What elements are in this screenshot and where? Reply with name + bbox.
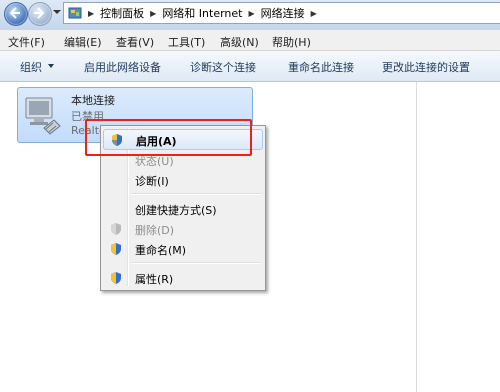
- breadcrumb-separator-icon[interactable]: ▶: [249, 9, 255, 18]
- diagnose-button[interactable]: 诊断这个连接: [190, 59, 256, 75]
- menu-file[interactable]: 文件(F): [8, 34, 45, 50]
- control-panel-icon: [68, 7, 82, 19]
- forward-arrow-icon: [34, 7, 45, 19]
- recent-pages-dropdown[interactable]: [53, 10, 61, 14]
- breadcrumb-separator-icon[interactable]: ▶: [311, 9, 317, 18]
- breadcrumb-separator-icon[interactable]: ▶: [150, 9, 156, 18]
- menu-item-label: 删除(D): [135, 224, 175, 237]
- column-divider: [416, 82, 417, 392]
- breadcrumb-network-connections[interactable]: 网络连接: [261, 5, 305, 21]
- back-arrow-icon: [9, 7, 20, 19]
- forward-button[interactable]: [28, 2, 52, 26]
- menu-view[interactable]: 查看(V): [116, 34, 154, 50]
- menu-item-delete[interactable]: 删除(D): [103, 219, 263, 239]
- menu-separator: [131, 262, 261, 264]
- shield-icon: [111, 223, 121, 235]
- breadcrumb-separator-icon[interactable]: ▶: [88, 9, 94, 18]
- connection-name: 本地连接: [71, 94, 115, 107]
- breadcrumb-control-panel[interactable]: 控制面板: [100, 5, 144, 21]
- menu-help[interactable]: 帮助(H): [272, 34, 311, 50]
- address-bar: ▶ 控制面板 ▶ 网络和 Internet ▶ 网络连接 ▶: [0, 0, 500, 30]
- menu-tools[interactable]: 工具(T): [168, 34, 205, 50]
- organize-dropdown-icon: [48, 64, 54, 68]
- menu-item-diagnose[interactable]: 诊断(I): [103, 170, 263, 190]
- network-adapter-disabled-icon: [25, 97, 61, 135]
- menu-advanced[interactable]: 高级(N): [220, 34, 259, 50]
- menu-separator: [131, 193, 261, 195]
- menu-edit[interactable]: 编辑(E): [64, 34, 102, 50]
- command-bar: 组织 启用此网络设备 诊断这个连接 重命名此连接 更改此连接的设置: [0, 51, 500, 82]
- rename-button[interactable]: 重命名此连接: [288, 59, 354, 75]
- enable-device-button[interactable]: 启用此网络设备: [84, 59, 161, 75]
- back-button[interactable]: [4, 2, 28, 26]
- breadcrumb-network-internet[interactable]: 网络和 Internet: [162, 5, 242, 21]
- address-field[interactable]: ▶ 控制面板 ▶ 网络和 Internet ▶ 网络连接 ▶: [63, 2, 500, 24]
- menu-item-properties[interactable]: 属性(R): [103, 268, 263, 288]
- change-settings-button[interactable]: 更改此连接的设置: [382, 59, 470, 75]
- menu-item-label: 重命名(M): [135, 244, 187, 257]
- organize-button[interactable]: 组织: [20, 59, 42, 75]
- shield-icon: [111, 272, 121, 284]
- menu-item-label: 属性(R): [135, 273, 174, 286]
- menu-item-create-shortcut[interactable]: 创建快捷方式(S): [103, 199, 263, 219]
- menu-bar: 文件(F) 编辑(E) 查看(V) 工具(T) 高级(N) 帮助(H): [0, 30, 500, 51]
- menu-item-label: 诊断(I): [135, 175, 169, 188]
- highlight-annotation: [85, 119, 252, 156]
- shield-icon: [111, 243, 121, 255]
- menu-item-rename[interactable]: 重命名(M): [103, 239, 263, 259]
- menu-item-label: 创建快捷方式(S): [135, 204, 217, 217]
